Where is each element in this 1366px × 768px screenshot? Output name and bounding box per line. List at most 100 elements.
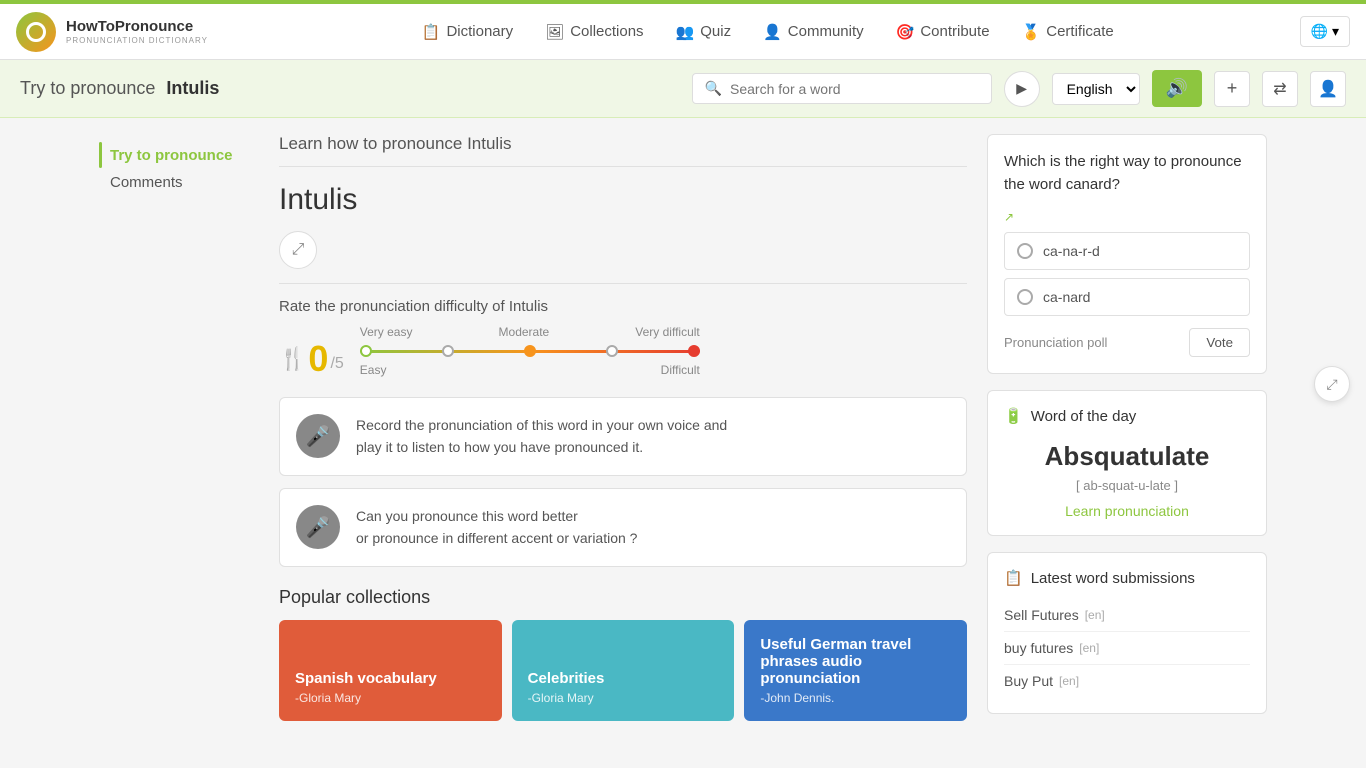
difficulty-labels-bottom: Easy Difficult [360, 363, 700, 377]
wod-word: Absquatulate [1004, 441, 1250, 472]
collection-card-celebrities[interactable]: Celebrities -Gloria Mary [512, 620, 735, 721]
nav-dictionary-label: Dictionary [446, 23, 513, 40]
header: HowToPronounce PRONUNCIATION DICTIONARY … [0, 4, 1366, 60]
collections-title: Popular collections [279, 587, 967, 608]
poll-card: Which is the right way to pronounce the … [987, 134, 1267, 374]
latest-word-0: Sell Futures [1004, 607, 1079, 623]
main-nav: 📋 Dictionary 🖼 Collections 👥 Quiz 👤 Comm… [236, 15, 1300, 49]
latest-header: 📋 Latest word submissions [1004, 569, 1250, 587]
mic-icon-circle2: 🎤 [296, 505, 340, 549]
poll-label: Pronunciation poll [1004, 335, 1107, 350]
mic-icon-circle: 🎤 [296, 414, 340, 458]
contribute-icon: 🎯 [896, 23, 915, 41]
search-title-word: Intulis [166, 78, 219, 98]
divider1 [279, 283, 967, 284]
fork-icon: 🍴 [279, 346, 306, 372]
search-input[interactable] [730, 81, 979, 97]
latest-item-0[interactable]: Sell Futures [en] [1004, 599, 1250, 632]
nav-dictionary[interactable]: 📋 Dictionary [408, 15, 527, 49]
dictionary-icon: 📋 [422, 23, 441, 41]
score-number: 0 [308, 341, 328, 377]
pronounce-text1: Can you pronounce this word better [356, 508, 578, 524]
dot2 [442, 345, 454, 357]
language-select[interactable]: English [1052, 73, 1140, 105]
shuffle-button[interactable]: ⇄ [1262, 71, 1298, 107]
rating-label: Rate the pronunciation difficulty of Int… [279, 298, 967, 315]
nav-community[interactable]: 👤 Community [749, 15, 878, 49]
right-panel: Which is the right way to pronounce the … [987, 134, 1267, 721]
wod-icon: 🔋 [1004, 407, 1023, 425]
dot4 [606, 345, 618, 357]
latest-lang-1: [en] [1079, 641, 1099, 655]
logo-title: HowToPronounce [66, 18, 208, 36]
nav-collections[interactable]: 🖼 Collections [531, 15, 657, 49]
collection-author-celebrities: -Gloria Mary [528, 691, 719, 705]
content-area: Learn how to pronounce Intulis Intulis ⤢… [279, 134, 967, 721]
logo-subtitle: PRONUNCIATION DICTIONARY [66, 36, 208, 45]
latest-icon: 📋 [1004, 569, 1023, 587]
vote-button[interactable]: Vote [1189, 328, 1250, 357]
latest-lang-2: [en] [1059, 674, 1079, 688]
word-title: Intulis [279, 183, 967, 217]
share-float-button[interactable]: ⤢ [1314, 366, 1350, 402]
collection-name-german: Useful German travel phrases audio pronu… [760, 636, 951, 687]
collection-author-german: -John Dennis. [760, 691, 951, 705]
collection-card-spanish[interactable]: Spanish vocabulary -Gloria Mary [279, 620, 502, 721]
collection-author-spanish: -Gloria Mary [295, 691, 486, 705]
globe-button[interactable]: 🌐 ▾ [1300, 16, 1350, 47]
score-denom: /5 [330, 355, 343, 377]
option2-label: ca-nard [1043, 289, 1090, 305]
sidebar-item-comments[interactable]: Comments [99, 174, 259, 191]
collection-card-german[interactable]: Useful German travel phrases audio pronu… [744, 620, 967, 721]
latest-word-1: buy futures [1004, 640, 1073, 656]
latest-word-2: Buy Put [1004, 673, 1053, 689]
sidebar: Try to pronounce Comments [99, 134, 259, 721]
wod-header-label: Word of the day [1031, 408, 1137, 425]
share-icon: ⤢ [292, 241, 305, 259]
sidebar-accent-bar [99, 142, 102, 168]
nav-quiz-label: Quiz [700, 23, 731, 40]
word-of-day-card: 🔋 Word of the day Absquatulate [ ab-squa… [987, 390, 1267, 536]
pronounce-box[interactable]: 🎤 Can you pronounce this word better or … [279, 488, 967, 567]
label-moderate: Moderate [499, 325, 550, 339]
record-text: Record the pronunciation of this word in… [356, 414, 727, 459]
search-title-prefix: Try to pronounce [20, 78, 155, 98]
collection-name-celebrities: Celebrities [528, 670, 719, 687]
nav-certificate-label: Certificate [1046, 23, 1114, 40]
sidebar-item-try-pronounce[interactable]: Try to pronounce [110, 147, 233, 164]
nav-quiz[interactable]: 👥 Quiz [662, 15, 746, 49]
wod-learn-link[interactable]: Learn pronunciation [1004, 503, 1250, 519]
collection-name-spanish: Spanish vocabulary [295, 670, 486, 687]
quiz-icon: 👥 [676, 23, 695, 41]
main-layout: Try to pronounce Comments Learn how to p… [83, 118, 1283, 737]
poll-footer: Pronunciation poll Vote [1004, 328, 1250, 357]
collections-grid: Spanish vocabulary -Gloria Mary Celebrit… [279, 620, 967, 721]
nav-collections-label: Collections [570, 23, 643, 40]
option1-label: ca-na-r-d [1043, 243, 1100, 259]
sound-button[interactable]: 🔊 [1152, 70, 1202, 107]
latest-card: 📋 Latest word submissions Sell Futures [… [987, 552, 1267, 714]
latest-item-2[interactable]: Buy Put [en] [1004, 665, 1250, 697]
radio2 [1017, 289, 1033, 305]
search-input-wrap: 🔍 [692, 73, 992, 104]
collections-section: Popular collections Spanish vocabulary -… [279, 587, 967, 721]
dot3 [524, 345, 536, 357]
search-title: Try to pronounce Intulis [20, 78, 219, 99]
score-display: 🍴 0 /5 [279, 341, 344, 377]
share-button[interactable]: ⤢ [279, 231, 317, 269]
play-button[interactable]: ▶ [1004, 71, 1040, 107]
pronounce-text2: or pronounce in different accent or vari… [356, 530, 637, 546]
nav-contribute[interactable]: 🎯 Contribute [882, 15, 1004, 49]
content-header: Learn how to pronounce Intulis [279, 134, 967, 167]
poll-option2[interactable]: ca-nard [1004, 278, 1250, 316]
nav-certificate[interactable]: 🏅 Certificate [1008, 15, 1128, 49]
external-link-icon: ↗ [1004, 210, 1014, 224]
record-box[interactable]: 🎤 Record the pronunciation of this word … [279, 397, 967, 476]
globe-icon: 🌐 [1311, 23, 1328, 40]
add-button[interactable]: + [1214, 71, 1250, 107]
latest-item-1[interactable]: buy futures [en] [1004, 632, 1250, 665]
radio1 [1017, 243, 1033, 259]
user-button[interactable]: 👤 [1310, 71, 1346, 107]
header-right: 🌐 ▾ [1300, 16, 1350, 47]
poll-option1[interactable]: ca-na-r-d [1004, 232, 1250, 270]
